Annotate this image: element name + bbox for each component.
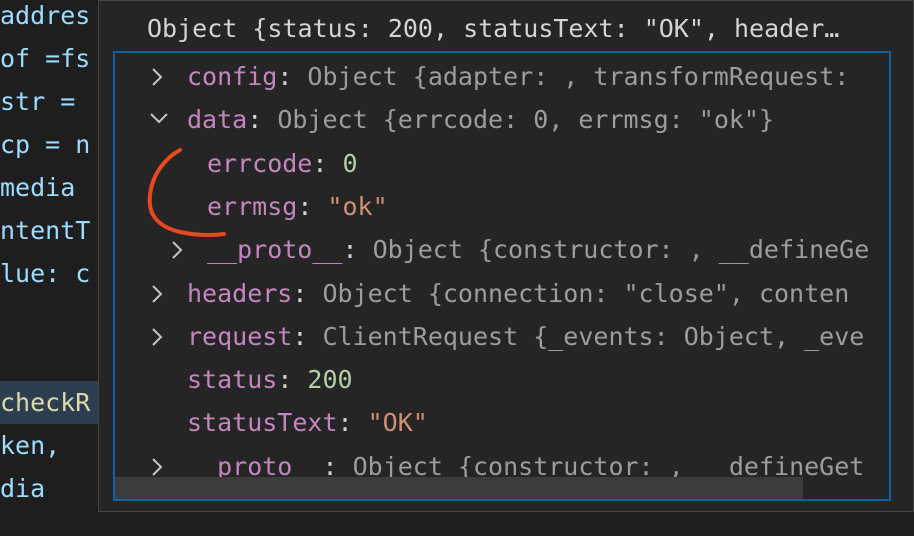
- property-value: "OK": [367, 408, 428, 438]
- property-value: 0: [342, 148, 358, 178]
- property-key: request: [187, 321, 293, 351]
- tree-row-status[interactable]: status: 200: [115, 358, 889, 401]
- property-type: ClientRequest: [322, 321, 534, 351]
- tree-row-proto[interactable]: __proto__: Object {constructor: , __defi…: [115, 228, 889, 271]
- editor-line: of =fs: [0, 44, 91, 73]
- property-key: errmsg: [207, 191, 298, 221]
- chevron-right-icon[interactable]: [149, 315, 169, 358]
- tree-row-statusText[interactable]: statusText: "OK": [115, 401, 889, 444]
- debug-hover-widget[interactable]: Object {status: 200, statusText: "OK", h…: [98, 0, 914, 512]
- chevron-right-icon[interactable]: [149, 272, 169, 315]
- editor-line: str =: [0, 87, 91, 116]
- tree-row-errmsg[interactable]: errmsg: "ok": [115, 185, 889, 228]
- variable-tree[interactable]: __proto__: Object {constructor: , __defi…: [113, 51, 891, 501]
- property-type: Object: [277, 105, 383, 135]
- tree-row-data[interactable]: data: Object {errcode: 0, errmsg: "ok"}: [115, 98, 889, 141]
- editor-line: cp = n: [0, 130, 91, 159]
- chevron-right-icon[interactable]: [169, 228, 189, 271]
- property-value: "ok": [327, 191, 388, 221]
- property-type: Object: [372, 235, 478, 265]
- property-summary: {_events: Object, _eve: [533, 321, 865, 351]
- chevron-right-icon[interactable]: [149, 55, 169, 98]
- editor-line: addres: [0, 1, 91, 30]
- tree-row-headers[interactable]: headers: Object {connection: "close", co…: [115, 272, 889, 315]
- editor-line: ken,: [0, 431, 61, 460]
- property-key: data: [187, 105, 248, 135]
- property-summary: {adapter: , transformRequest:: [412, 62, 865, 91]
- horizontal-scrollbar[interactable]: [115, 477, 803, 499]
- editor-line: dia: [0, 474, 46, 503]
- hover-header-summary[interactable]: Object {status: 200, statusText: "OK", h…: [147, 7, 839, 50]
- property-value: 200: [307, 365, 353, 395]
- property-key: statusText: [187, 408, 338, 438]
- editor-line: media: [0, 173, 91, 202]
- property-key: status: [187, 365, 278, 395]
- editor-line: ntentT: [0, 216, 91, 245]
- property-type: Object: [307, 62, 413, 91]
- tree-row-config[interactable]: config: Object {adapter: , transformRequ…: [115, 55, 889, 98]
- property-summary: {connection: "close", conten: [427, 278, 850, 308]
- property-key: headers: [187, 278, 293, 308]
- tree-row-errcode[interactable]: errcode: 0: [115, 142, 889, 185]
- editor-line: checkR: [0, 381, 98, 424]
- editor-line: lue: c: [0, 259, 91, 288]
- property-key: errcode: [207, 148, 313, 178]
- chevron-down-icon[interactable]: [149, 98, 169, 141]
- property-type: Object: [322, 278, 428, 308]
- tree-row-request[interactable]: request: ClientRequest {_events: Object,…: [115, 315, 889, 358]
- property-summary: {errcode: 0, errmsg: "ok"}: [382, 105, 775, 135]
- property-summary: {constructor: , __defineGe: [477, 235, 870, 265]
- property-key: config: [187, 62, 278, 91]
- property-key: __proto__: [207, 235, 343, 265]
